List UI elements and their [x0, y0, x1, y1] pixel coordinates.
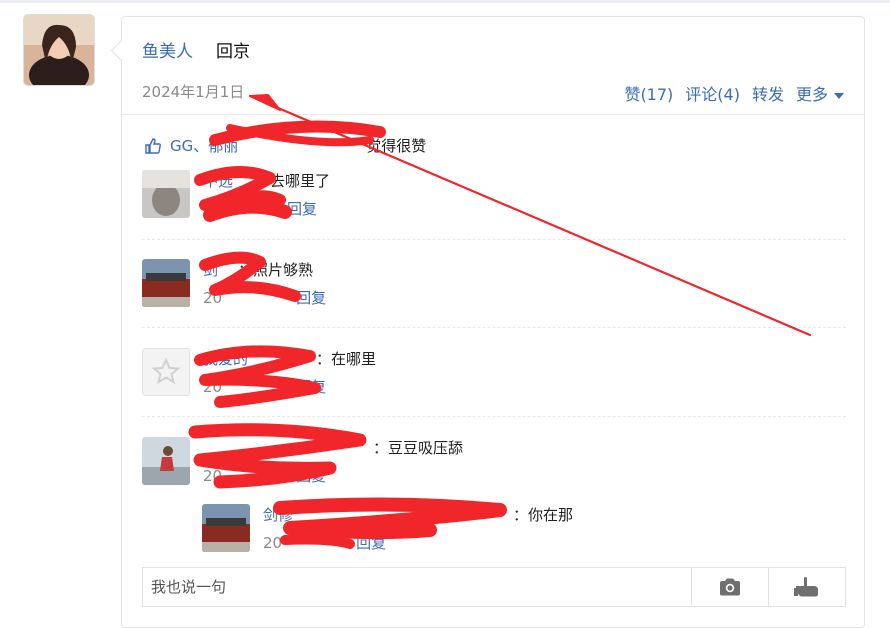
reply-button[interactable]: 回复	[296, 378, 326, 396]
chevron-down-icon	[834, 92, 844, 99]
post-actions: 赞(17) 评论(4) 转发 更多	[624, 81, 844, 105]
comment-meta: 20 回复	[203, 376, 326, 397]
comment-body: 剑修 ：你在那	[263, 504, 573, 525]
like-button[interactable]: 赞(17)	[624, 81, 673, 105]
comment-text: ：照片够熟	[238, 261, 314, 279]
thumbs-up-icon	[145, 137, 161, 154]
comment-author[interactable]: 剑	[203, 261, 218, 279]
comment-avatar[interactable]	[202, 504, 250, 552]
comment-author[interactable]: 不选	[203, 172, 233, 190]
comment-author[interactable]: 我爱的	[203, 350, 248, 368]
comment-text: ：你在那	[513, 506, 574, 524]
hand-pointer-icon	[794, 577, 818, 597]
more-button[interactable]: 更多	[796, 81, 844, 105]
comment-meta: 20 回复	[203, 465, 326, 486]
comment-avatar[interactable]	[142, 348, 190, 396]
likes-suffix: 觉得很赞	[366, 137, 427, 155]
card-pointer	[110, 39, 133, 62]
comment-date: 20	[203, 467, 223, 485]
comment-composer	[142, 567, 846, 607]
camera-icon	[720, 578, 740, 596]
comment-input[interactable]	[143, 568, 691, 606]
comment-avatar[interactable]	[142, 170, 190, 218]
comment-author[interactable]: 剑修	[263, 506, 293, 524]
poke-button[interactable]	[768, 568, 845, 606]
comment-date: 20	[203, 289, 223, 307]
divider	[142, 239, 846, 240]
reply-button[interactable]: 回复	[356, 534, 386, 552]
comment-body: ：豆豆吸压舔	[203, 437, 463, 458]
more-label: 更多	[795, 85, 828, 104]
likes-names[interactable]: GG、郁丽	[170, 135, 238, 156]
photo-button[interactable]	[691, 568, 768, 606]
divider	[122, 114, 864, 115]
comment-body: 我爱的 ：在哪里	[203, 348, 376, 369]
avatar[interactable]	[24, 15, 94, 85]
comment-meta: 20 回复	[263, 532, 386, 553]
comment-meta: 20 回复	[203, 287, 326, 308]
comment-date: 20	[203, 378, 223, 396]
reply-button[interactable]: 回复	[287, 200, 317, 218]
comment-body: 不选 ：去哪里了	[203, 170, 330, 191]
repost-button[interactable]: 转发	[752, 81, 784, 105]
comment-text: ：在哪里	[316, 350, 377, 368]
post-date[interactable]: 2024年1月1日	[142, 81, 244, 102]
comment-avatar[interactable]	[142, 259, 190, 307]
likes-row: GG、郁丽 觉得很赞	[144, 135, 426, 156]
post-author[interactable]: 鱼美人	[142, 37, 193, 62]
post-text: 回京	[216, 42, 250, 62]
divider	[142, 327, 846, 328]
comment-avatar[interactable]	[142, 437, 190, 485]
comment-body: 剑 ：照片够熟	[203, 259, 313, 280]
comment-text: ：豆豆吸压舔	[373, 439, 464, 457]
comment-meta: 回复	[203, 198, 317, 219]
reply-button[interactable]: 回复	[296, 289, 326, 307]
post-card: 鱼美人 回京 2024年1月1日 赞(17) 评论(4) 转发 更多 GG、郁丽…	[110, 16, 865, 628]
comment-button[interactable]: 评论(4)	[685, 81, 740, 105]
comment-text: ：去哪里了	[255, 172, 331, 190]
divider	[142, 416, 846, 417]
reply-button[interactable]: 回复	[296, 467, 326, 485]
top-border	[0, 0, 890, 3]
comment-date: 20	[263, 534, 283, 552]
